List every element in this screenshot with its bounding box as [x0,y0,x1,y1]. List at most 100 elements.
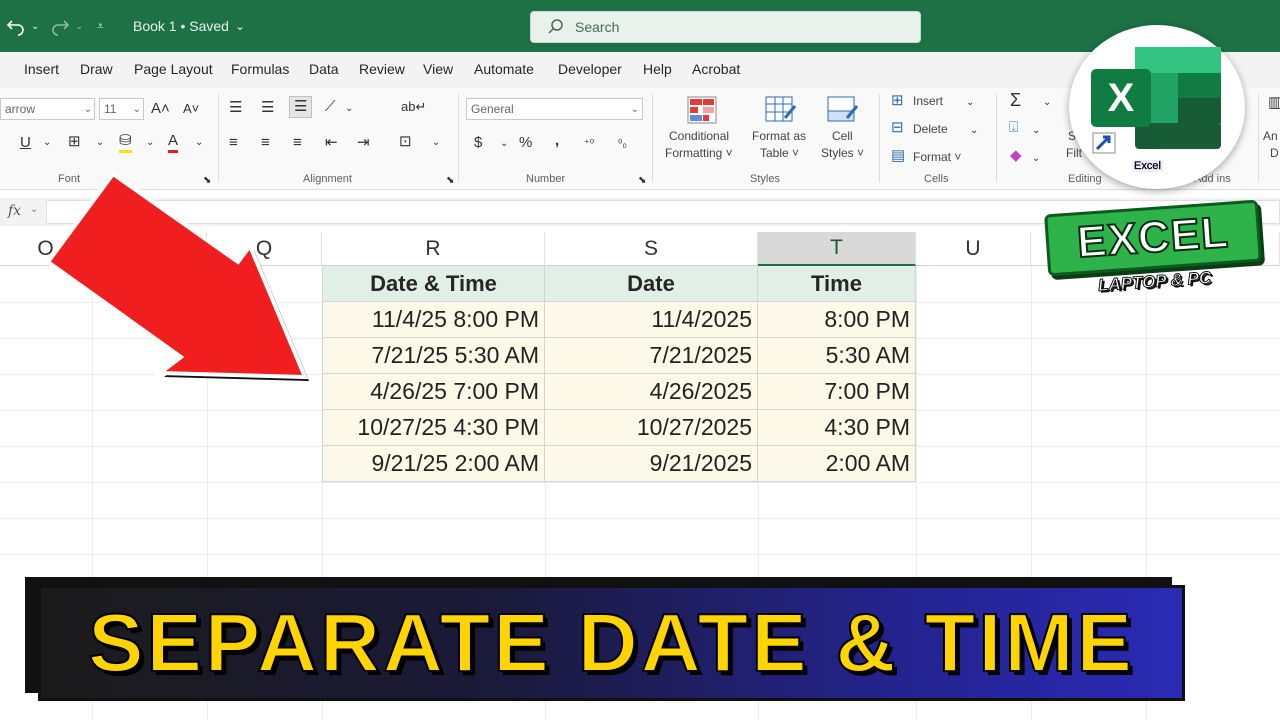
comma-style-icon[interactable]: , [555,132,559,150]
dialog-launcher-icon[interactable]: ⬊ [446,172,454,190]
divider [879,94,880,182]
underline-icon[interactable]: U [20,134,31,152]
redo-icon[interactable] [50,0,70,52]
chevron-down-icon[interactable]: ⌄ [500,135,508,153]
clear-eraser-icon[interactable]: ◆ [1010,147,1022,165]
chevron-down-icon[interactable]: ⌄ [195,134,203,152]
table-cell[interactable]: 11/4/25 8:00 PM [322,302,545,338]
autosum-icon[interactable]: Σ [1010,91,1021,109]
decrease-decimal-icon[interactable]: ⁰₀ [618,135,627,153]
table-cell[interactable]: 5:30 AM [758,338,916,374]
tab-formulas[interactable]: Formulas [231,61,289,77]
font-size-select[interactable]: 11 ⌄ [99,98,144,120]
table-cell[interactable]: 10/27/25 4:30 PM [322,410,545,446]
chevron-down-icon[interactable]: ⌄ [96,134,104,152]
tab-acrobat[interactable]: Acrobat [692,61,740,77]
chevron-down-icon[interactable]: ⌄ [1043,94,1051,112]
tab-insert[interactable]: Insert [24,61,59,77]
chevron-down-icon: ⌄ [83,103,92,115]
divider [458,94,459,182]
tab-data[interactable]: Data [309,61,339,77]
merge-center-icon[interactable]: ⊡ [399,133,412,151]
chevron-down-icon[interactable]: ⌄ [432,134,440,152]
table-cell[interactable]: 7/21/2025 [545,338,758,374]
decrease-font-size-icon[interactable]: A˅ [183,100,199,118]
chevron-down-icon: ⌄ [132,103,141,115]
tab-automate[interactable]: Automate [474,61,534,77]
currency-icon[interactable]: $ [474,134,482,152]
tab-draw[interactable]: Draw [80,61,113,77]
fill-down-icon[interactable]: ⍗ [1009,119,1018,137]
analyze-data-icon[interactable]: ▥ [1268,94,1280,112]
cell-styles-label-1: Cell [832,129,853,143]
redo-dropdown-icon[interactable]: ⌄ [75,0,83,52]
borders-icon[interactable]: ⊞ [68,133,81,151]
table-cell[interactable]: 11/4/2025 [545,302,758,338]
font-name-value: arrow [5,102,36,116]
font-color-icon[interactable]: A [168,132,179,153]
fill-color-icon[interactable]: ⛁ [119,132,132,153]
column-header-s[interactable]: S [545,232,758,266]
red-arrow-icon [45,171,309,381]
chevron-down-icon: ⌄ [970,125,979,136]
align-left-icon[interactable]: ≡ [229,134,238,152]
align-center-icon[interactable]: ≡ [261,134,270,152]
search-input[interactable]: Search [530,11,921,43]
increase-font-size-icon[interactable]: A˄ [151,100,170,118]
increase-indent-icon[interactable]: ⇥ [357,134,370,152]
group-label-editing: Editing [1068,173,1102,185]
search-placeholder: Search [575,19,620,35]
gridline [0,554,1280,555]
font-name-select[interactable]: arrow ⌄ [0,98,95,120]
table-cell[interactable]: 10/27/2025 [545,410,758,446]
undo-icon[interactable] [6,0,26,52]
table-cell[interactable]: 9/21/2025 [545,446,758,482]
table-cell[interactable]: 4/26/2025 [545,374,758,410]
decrease-indent-icon[interactable]: ⇤ [325,134,338,152]
table-cell[interactable]: 8:00 PM [758,302,916,338]
search-icon [548,19,563,34]
format-cells-label: Format ˅ [913,150,962,164]
column-header-u[interactable]: U [916,232,1031,266]
column-header-t[interactable]: T [758,232,916,266]
tab-review[interactable]: Review [359,61,405,77]
increase-decimal-icon[interactable]: ⁺⁰ [584,135,594,153]
table-cell[interactable]: 4/26/25 7:00 PM [322,374,545,410]
document-title-button[interactable]: Book 1 • Saved ⌄ [133,0,245,52]
chevron-down-icon[interactable]: ⌄ [345,100,353,118]
gridline [0,482,1280,483]
chevron-down-icon[interactable]: ⌄ [43,134,51,152]
cell-styles-icon [827,96,859,122]
table-cell[interactable]: 7:00 PM [758,374,916,410]
column-header-r[interactable]: R [322,232,545,266]
tab-developer[interactable]: Developer [558,61,622,77]
number-format-select[interactable]: General ⌄ [466,98,643,120]
align-middle-icon[interactable]: ☰ [261,99,274,117]
table-cell[interactable]: 2:00 AM [758,446,916,482]
table-header-date-time[interactable]: Date & Time [322,266,545,302]
format-cells-icon: ▤ [891,147,906,164]
chevron-down-icon: ⌄ [630,103,639,115]
dialog-launcher-icon[interactable]: ⬊ [638,172,646,190]
excel-app-icon: X [1091,47,1221,154]
align-bottom-icon[interactable]: ☰ [289,96,313,118]
undo-dropdown-icon[interactable]: ⌄ [31,0,39,52]
tab-view[interactable]: View [423,61,453,77]
table-cell[interactable]: 7/21/25 5:30 AM [322,338,545,374]
orientation-icon[interactable]: ⟋ [325,98,336,116]
table-cell[interactable]: 4:30 PM [758,410,916,446]
align-top-icon[interactable]: ☰ [229,99,242,117]
wrap-text-icon[interactable]: ab↵ [401,98,426,116]
customize-toolbar-icon[interactable]: ⩡ [97,0,104,52]
insert-function-icon[interactable]: fx [8,203,21,219]
table-header-time[interactable]: Time [758,266,916,302]
chevron-down-icon[interactable]: ⌄ [1032,150,1040,168]
percent-icon[interactable]: % [519,134,532,152]
chevron-down-icon[interactable]: ⌄ [146,134,154,152]
tab-page-layout[interactable]: Page Layout [134,61,213,77]
table-cell[interactable]: 9/21/25 2:00 AM [322,446,545,482]
chevron-down-icon[interactable]: ⌄ [1032,122,1040,140]
table-header-date[interactable]: Date [545,266,758,302]
tab-help[interactable]: Help [643,61,672,77]
align-right-icon[interactable]: ≡ [293,134,302,152]
